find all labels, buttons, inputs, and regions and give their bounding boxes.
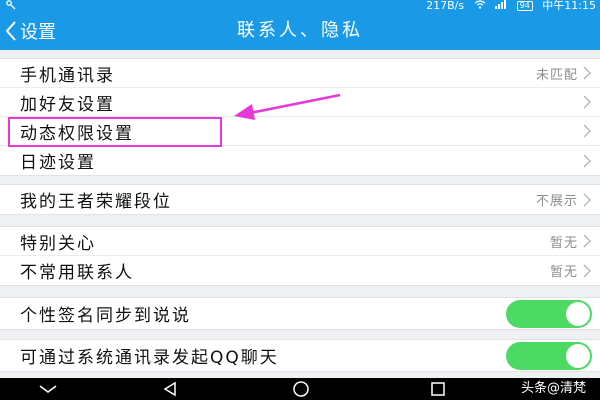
system-contacts-chat-toggle[interactable] — [506, 341, 592, 370]
row-label: 手机通讯录 — [20, 65, 115, 86]
back-triangle-icon[interactable] — [162, 378, 178, 400]
row-add-friend-settings[interactable]: 加好友设置 — [0, 88, 600, 117]
settings-group-special: 特别关心 暂无 不常用联系人 暂无 — [0, 226, 600, 286]
row-daily-trace-settings[interactable]: 日迹设置 — [0, 146, 600, 175]
row-special-care[interactable]: 特别关心 暂无 — [0, 227, 600, 256]
row-label: 可通过系统通讯录发起QQ聊天 — [20, 348, 279, 368]
title-bar: 联系人、隐私 设置 — [0, 12, 600, 50]
chevron-right-icon — [582, 124, 592, 138]
clock: 中午11:15 — [542, 0, 596, 12]
row-system-contacts-chat: 可通过系统通讯录发起QQ聊天 — [0, 340, 600, 371]
chevron-right-icon — [582, 264, 592, 278]
signal-icon — [495, 0, 511, 12]
row-label: 动态权限设置 — [20, 123, 134, 144]
row-value: 未匹配 — [535, 67, 578, 83]
page-title: 联系人、隐私 — [237, 20, 363, 41]
chevron-down-icon[interactable] — [38, 378, 58, 400]
back-button[interactable]: 设置 — [4, 12, 56, 50]
row-moments-permission-settings[interactable]: 动态权限设置 — [0, 117, 600, 146]
row-signature-sync: 个性签名同步到说说 — [0, 298, 600, 329]
settings-group-game: 我的王者荣耀段位 不展示 — [0, 184, 600, 215]
row-label: 日迹设置 — [20, 153, 96, 173]
row-value: 暂无 — [549, 235, 578, 251]
signature-sync-toggle[interactable] — [506, 299, 592, 328]
row-label: 特别关心 — [20, 233, 96, 254]
row-phone-contacts[interactable]: 手机通讯录 未匹配 — [0, 59, 600, 88]
home-circle-icon[interactable] — [292, 378, 310, 400]
settings-group-signature: 个性签名同步到说说 — [0, 297, 600, 330]
row-infrequent-contacts[interactable]: 不常用联系人 暂无 — [0, 256, 600, 285]
chevron-right-icon — [582, 154, 592, 168]
navigation-bar: 头条@清梵 — [0, 378, 600, 400]
row-value: 暂无 — [549, 265, 578, 280]
status-bar: 217B/s 94 中午11:15 — [0, 0, 600, 12]
back-label: 设置 — [20, 22, 56, 43]
battery-indicator: 94 — [516, 1, 533, 11]
row-label: 个性签名同步到说说 — [20, 306, 191, 326]
row-value: 不展示 — [535, 194, 578, 209]
chevron-right-icon — [582, 234, 592, 248]
row-label: 我的王者荣耀段位 — [20, 192, 172, 212]
settings-group-contacts: 手机通讯录 未匹配 加好友设置 动态权限设置 日迹设置 — [0, 58, 600, 176]
row-label: 不常用联系人 — [20, 263, 134, 283]
chevron-left-icon — [4, 20, 18, 42]
settings-group-system-contacts: 可通过系统通讯录发起QQ聊天 — [0, 339, 600, 372]
row-honor-of-kings-rank[interactable]: 我的王者荣耀段位 不展示 — [0, 185, 600, 214]
network-speed: 217B/s — [426, 0, 465, 12]
wifi-icon — [474, 0, 490, 12]
watermark: 头条@清梵 — [520, 381, 586, 396]
chevron-right-icon — [582, 95, 592, 109]
chevron-right-icon — [582, 66, 592, 80]
row-label: 加好友设置 — [20, 94, 115, 115]
recent-apps-icon[interactable] — [430, 378, 446, 400]
chevron-right-icon — [582, 193, 592, 207]
